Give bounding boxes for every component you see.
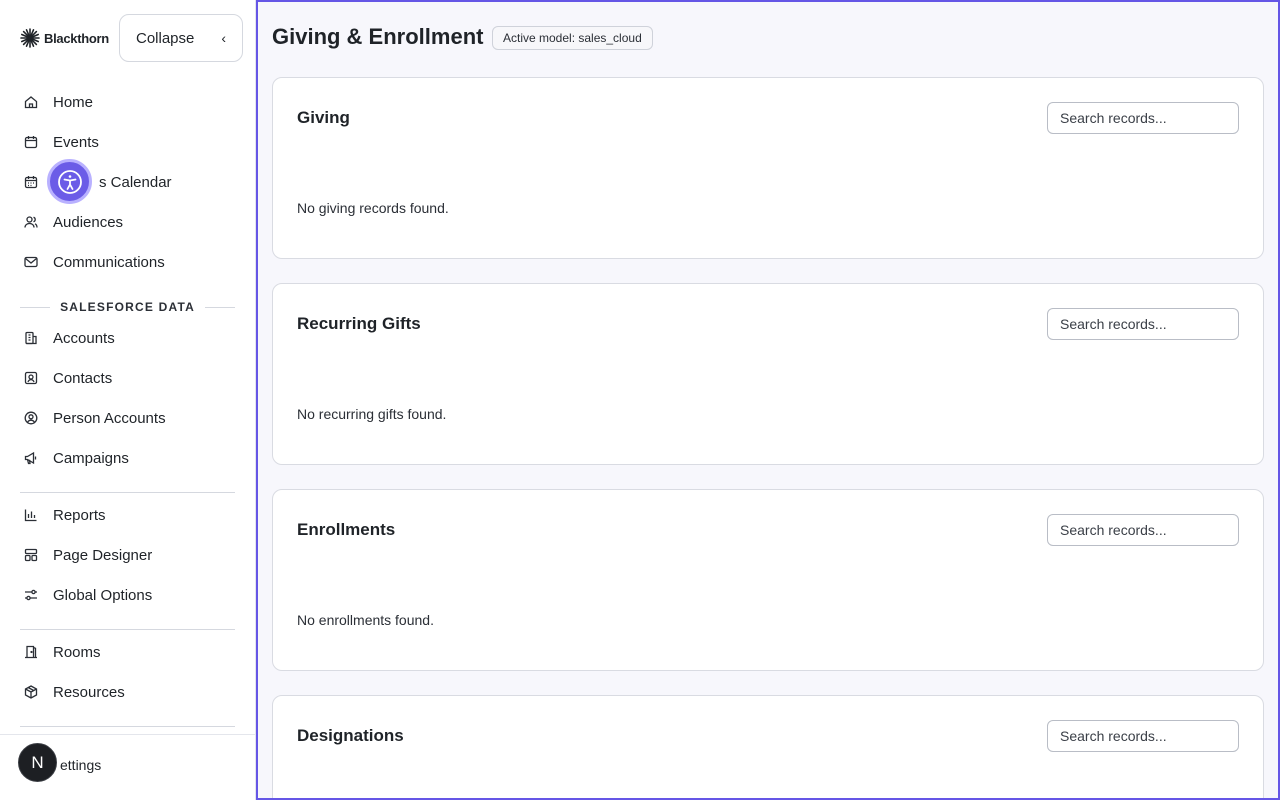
sidebar-item-resources[interactable]: Resources <box>24 680 125 704</box>
layout-icon <box>24 548 38 562</box>
card-title: Enrollments <box>297 520 396 539</box>
collapse-button[interactable]: Collapse ‹ <box>119 14 243 62</box>
blackthorn-logo-icon <box>20 28 40 48</box>
brand-logo[interactable]: Blackthorn <box>20 28 109 48</box>
door-icon <box>25 645 37 659</box>
accessibility-button[interactable] <box>47 159 92 204</box>
enrollments-search-input[interactable] <box>1047 514 1239 546</box>
designations-search-input[interactable] <box>1047 720 1239 752</box>
bar-chart-icon <box>24 509 37 522</box>
section-label-salesforce-data: SALESFORCE DATA <box>20 300 235 314</box>
sidebar-item-label: Communications <box>53 253 165 271</box>
sidebar-item-contacts[interactable]: Contacts <box>24 366 112 390</box>
giving-search-input[interactable] <box>1047 102 1239 134</box>
brand-name: Blackthorn <box>44 30 109 46</box>
sidebar-item-label: ettings <box>60 757 102 773</box>
sidebar-item-label: s Calendar <box>99 173 172 191</box>
box-icon <box>24 685 38 699</box>
recurring-gifts-search-input[interactable] <box>1047 308 1239 340</box>
home-icon <box>24 96 38 109</box>
sidebar-item-label: Rooms <box>53 643 101 661</box>
card-title: Designations <box>297 726 404 745</box>
card-title: Giving <box>297 108 350 127</box>
section-label-text: SALESFORCE DATA <box>60 300 195 314</box>
card-designations: Designations <box>272 695 1264 798</box>
users-icon <box>24 216 38 228</box>
sidebar-divider <box>20 726 235 727</box>
sidebar-item-label: Contacts <box>53 369 113 387</box>
sidebar-item-label: Page Designer <box>53 546 153 564</box>
user-circle-icon <box>24 411 38 425</box>
sidebar-item-home[interactable]: Home <box>24 90 93 114</box>
sidebar-item-label: Home <box>53 93 94 111</box>
card-giving: Giving No giving records found. <box>272 77 1264 259</box>
sliders-icon <box>25 589 37 601</box>
active-model-badge: Active model: sales_cloud <box>492 26 653 50</box>
avatar-initial: N <box>31 752 44 772</box>
sidebar-item-global-options[interactable]: Global Options <box>24 583 152 607</box>
page-title: Giving & Enrollment <box>272 24 484 49</box>
sidebar-item-person-accounts[interactable]: Person Accounts <box>24 406 166 430</box>
card-title: Recurring Gifts <box>297 314 421 333</box>
mail-icon <box>24 256 38 268</box>
avatar[interactable]: N <box>18 743 57 782</box>
sidebar-divider <box>20 492 235 493</box>
sidebar-divider <box>20 629 235 630</box>
accessibility-icon <box>57 169 82 194</box>
sidebar-item-label: Campaigns <box>53 449 129 467</box>
building-icon <box>25 331 37 345</box>
sidebar-item-events[interactable]: Events <box>24 130 99 154</box>
sidebar-item-audiences[interactable]: Audiences <box>24 210 123 234</box>
collapse-label: Collapse <box>136 29 195 47</box>
sidebar-footer-divider <box>0 734 256 735</box>
sidebar-item-label: Events <box>53 133 99 151</box>
sidebar-item-label: Audiences <box>53 213 124 231</box>
card-enrollments: Enrollments No enrollments found. <box>272 489 1264 671</box>
sidebar-item-label: Global Options <box>53 586 153 604</box>
sidebar-item-label: Person Accounts <box>53 409 166 427</box>
empty-state-text: No enrollments found. <box>297 612 434 628</box>
sidebar-item-label: Resources <box>53 683 125 701</box>
chevron-left-icon: ‹ <box>221 30 226 46</box>
sidebar-item-communications[interactable]: Communications <box>24 250 165 274</box>
main-content: Giving & Enrollment Active model: sales_… <box>256 0 1280 800</box>
sidebar-item-page-designer[interactable]: Page Designer <box>24 543 152 567</box>
sidebar: Blackthorn Collapse ‹ Home Events s Cale… <box>0 0 256 800</box>
card-recurring-gifts: Recurring Gifts No recurring gifts found… <box>272 283 1264 465</box>
sidebar-item-reports[interactable]: Reports <box>24 503 106 527</box>
sidebar-item-label: Reports <box>53 506 106 524</box>
empty-state-text: No recurring gifts found. <box>297 406 447 422</box>
contact-card-icon <box>24 371 38 385</box>
megaphone-icon <box>24 451 37 465</box>
sidebar-item-accounts[interactable]: Accounts <box>24 326 115 350</box>
calendar-icon <box>24 136 38 149</box>
calendar-grid-icon <box>24 176 38 189</box>
sidebar-item-campaigns[interactable]: Campaigns <box>24 446 129 470</box>
sidebar-item-label: Accounts <box>53 329 115 347</box>
empty-state-text: No giving records found. <box>297 200 449 216</box>
sidebar-item-rooms[interactable]: Rooms <box>24 640 101 664</box>
